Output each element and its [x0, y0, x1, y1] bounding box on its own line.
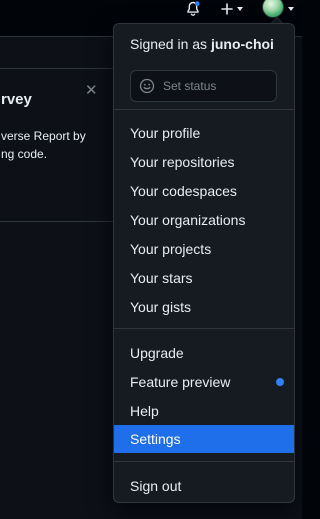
- menu-item-upgrade[interactable]: Upgrade: [114, 339, 294, 367]
- menu-item-help[interactable]: Help: [114, 397, 294, 425]
- menu-item-sign-out[interactable]: Sign out: [114, 472, 294, 500]
- menu-item-your-gists[interactable]: Your gists: [114, 293, 294, 321]
- menu-item-label: Your projects: [130, 241, 212, 257]
- page: rvey ✕ verse Report by ng code. Signed i…: [0, 0, 302, 519]
- set-status-button[interactable]: Set status: [130, 70, 277, 102]
- signed-in-label: Signed in as juno-choi: [130, 36, 274, 52]
- smiley-icon: [139, 78, 155, 94]
- menu-item-your-repositories[interactable]: Your repositories: [114, 148, 294, 176]
- signed-in-prefix: Signed in as: [130, 36, 208, 52]
- survey-panel: rvey ✕ verse Report by ng code.: [0, 68, 122, 222]
- menu-item-label: Feature preview: [130, 374, 231, 390]
- menu-divider: [114, 109, 294, 110]
- menu-item-label: Your profile: [130, 125, 201, 141]
- survey-title: rvey: [1, 91, 32, 108]
- menu-item-label: Your stars: [130, 270, 193, 286]
- menu-item-your-profile[interactable]: Your profile: [114, 119, 294, 147]
- close-icon[interactable]: ✕: [85, 81, 98, 99]
- avatar: [262, 0, 284, 18]
- menu-item-label: Upgrade: [130, 345, 184, 361]
- menu-item-label: Your gists: [130, 299, 191, 315]
- menu-item-label: Your repositories: [130, 154, 235, 170]
- menu-item-label: Help: [130, 403, 159, 419]
- survey-body: verse Report by ng code.: [1, 127, 86, 163]
- plus-icon: [221, 3, 233, 15]
- username: juno-choi: [210, 36, 274, 52]
- menu-item-settings[interactable]: Settings: [114, 425, 294, 453]
- chevron-down-icon: [288, 7, 294, 11]
- menu-item-label: Your codespaces: [130, 183, 237, 199]
- survey-line-2: ng code.: [1, 147, 48, 161]
- menu-divider: [114, 328, 294, 329]
- user-dropdown-menu: Signed in as juno-choi Set status Your p…: [113, 23, 295, 503]
- user-menu-button[interactable]: [258, 0, 298, 18]
- chevron-down-icon: [237, 7, 243, 11]
- menu-item-label: Sign out: [130, 478, 182, 494]
- new-indicator-dot: [276, 378, 284, 386]
- menu-divider: [114, 461, 294, 462]
- menu-item-your-codespaces[interactable]: Your codespaces: [114, 177, 294, 205]
- bell-icon-svg: [187, 1, 200, 16]
- bell-icon[interactable]: [184, 0, 202, 18]
- menu-item-your-projects[interactable]: Your projects: [114, 235, 294, 263]
- create-new-button[interactable]: [218, 0, 246, 18]
- set-status-label: Set status: [163, 79, 217, 93]
- menu-item-feature-preview[interactable]: Feature preview: [114, 368, 294, 396]
- menu-item-label: Your organizations: [130, 212, 246, 228]
- survey-line-1: verse Report by: [1, 129, 86, 143]
- menu-item-your-organizations[interactable]: Your organizations: [114, 206, 294, 234]
- menu-item-your-stars[interactable]: Your stars: [114, 264, 294, 292]
- menu-item-label: Settings: [130, 431, 181, 447]
